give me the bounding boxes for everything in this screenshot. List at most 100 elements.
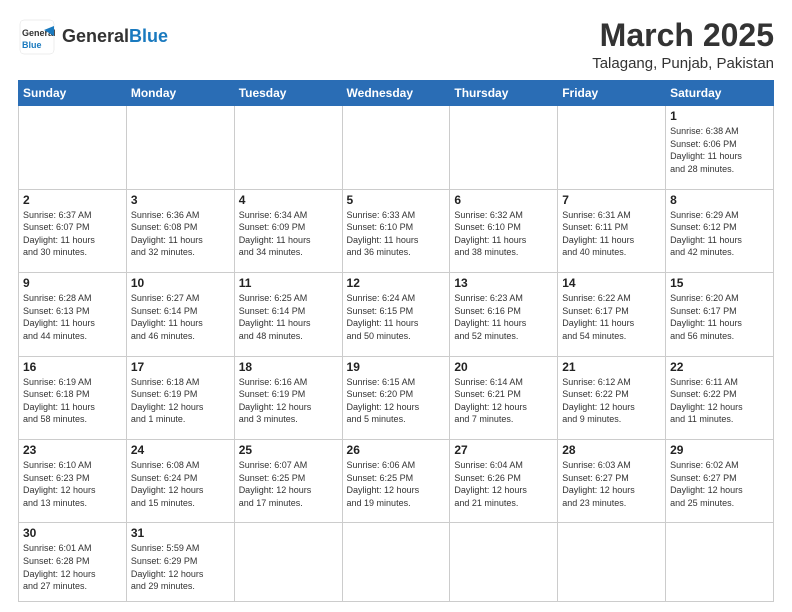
calendar-week-row: 30 Sunrise: 6:01 AM Sunset: 6:28 PM Dayli… — [19, 523, 774, 602]
calendar-day-header: Thursday — [450, 81, 558, 106]
day-number: 6 — [454, 193, 553, 207]
day-number: 22 — [670, 360, 769, 374]
calendar-day-cell: 1Sunrise: 6:38 AM Sunset: 6:06 PM Daylig… — [666, 106, 774, 189]
day-number: 21 — [562, 360, 661, 374]
month-title: March 2025 — [592, 18, 774, 53]
calendar-day-cell: 17Sunrise: 6:18 AM Sunset: 6:19 PM Dayli… — [126, 356, 234, 439]
day-info: Sunrise: 6:02 AM Sunset: 6:27 PM Dayligh… — [670, 459, 769, 509]
calendar-day-header: Saturday — [666, 81, 774, 106]
day-info: Sunrise: 6:19 AM Sunset: 6:18 PM Dayligh… — [23, 376, 122, 426]
day-number: 27 — [454, 443, 553, 457]
logo: General Blue GeneralBlue — [18, 18, 168, 56]
day-info: Sunrise: 6:37 AM Sunset: 6:07 PM Dayligh… — [23, 209, 122, 259]
calendar-day-cell: 19 Sunrise: 6:15 AM Sunset: 6:20 PM Dayli… — [342, 356, 450, 439]
day-info: Sunrise: 5:59 AM Sunset: 6:29 PM Dayligh… — [131, 542, 230, 592]
day-number: 12 — [347, 276, 446, 290]
calendar-week-row: 2 Sunrise: 6:37 AM Sunset: 6:07 PM Daylig… — [19, 189, 774, 272]
calendar-day-cell: 31Sunrise: 5:59 AM Sunset: 6:29 PM Dayli… — [126, 523, 234, 602]
day-number: 10 — [131, 276, 230, 290]
calendar-day-cell: 16Sunrise: 6:19 AM Sunset: 6:18 PM Dayli… — [19, 356, 127, 439]
location-title: Talagang, Punjab, Pakistan — [592, 55, 774, 72]
calendar-day-cell: 15 Sunrise: 6:20 AM Sunset: 6:17 PM Dayli… — [666, 273, 774, 356]
day-number: 29 — [670, 443, 769, 457]
calendar-day-cell: 18 Sunrise: 6:16 AM Sunset: 6:19 PM Dayli… — [234, 356, 342, 439]
calendar-day-cell — [558, 523, 666, 602]
calendar-day-cell: 12Sunrise: 6:24 AM Sunset: 6:15 PM Dayli… — [342, 273, 450, 356]
calendar-day-cell: 9 Sunrise: 6:28 AM Sunset: 6:13 PM Daylig… — [19, 273, 127, 356]
calendar-day-header: Monday — [126, 81, 234, 106]
day-info: Sunrise: 6:32 AM Sunset: 6:10 PM Dayligh… — [454, 209, 553, 259]
calendar-day-cell: 29 Sunrise: 6:02 AM Sunset: 6:27 PM Dayli… — [666, 440, 774, 523]
day-number: 11 — [239, 276, 338, 290]
calendar-day-cell: 26 Sunrise: 6:06 AM Sunset: 6:25 PM Dayli… — [342, 440, 450, 523]
day-info: Sunrise: 6:12 AM Sunset: 6:22 PM Dayligh… — [562, 376, 661, 426]
day-info: Sunrise: 6:15 AM Sunset: 6:20 PM Dayligh… — [347, 376, 446, 426]
page: General Blue GeneralBlue March 2025 Tala… — [0, 0, 792, 612]
day-number: 15 — [670, 276, 769, 290]
day-number: 3 — [131, 193, 230, 207]
day-number: 30 — [23, 526, 122, 540]
calendar-day-header: Wednesday — [342, 81, 450, 106]
calendar-day-cell: 13Sunrise: 6:23 AM Sunset: 6:16 PM Dayli… — [450, 273, 558, 356]
day-info: Sunrise: 6:16 AM Sunset: 6:19 PM Dayligh… — [239, 376, 338, 426]
calendar-day-cell — [666, 523, 774, 602]
calendar-day-cell: 22 Sunrise: 6:11 AM Sunset: 6:22 PM Dayli… — [666, 356, 774, 439]
calendar-day-cell: 2 Sunrise: 6:37 AM Sunset: 6:07 PM Daylig… — [19, 189, 127, 272]
day-number: 14 — [562, 276, 661, 290]
calendar-day-cell: 11 Sunrise: 6:25 AM Sunset: 6:14 PM Dayli… — [234, 273, 342, 356]
day-info: Sunrise: 6:34 AM Sunset: 6:09 PM Dayligh… — [239, 209, 338, 259]
day-number: 26 — [347, 443, 446, 457]
calendar-day-cell — [19, 106, 127, 189]
calendar-week-row: 16Sunrise: 6:19 AM Sunset: 6:18 PM Dayli… — [19, 356, 774, 439]
calendar-day-cell — [342, 523, 450, 602]
calendar-day-cell: 25 Sunrise: 6:07 AM Sunset: 6:25 PM Dayli… — [234, 440, 342, 523]
calendar-day-cell: 5Sunrise: 6:33 AM Sunset: 6:10 PM Daylig… — [342, 189, 450, 272]
day-info: Sunrise: 6:03 AM Sunset: 6:27 PM Dayligh… — [562, 459, 661, 509]
calendar-day-cell: 24 Sunrise: 6:08 AM Sunset: 6:24 PM Dayli… — [126, 440, 234, 523]
calendar-day-cell: 4 Sunrise: 6:34 AM Sunset: 6:09 PM Daylig… — [234, 189, 342, 272]
day-info: Sunrise: 6:07 AM Sunset: 6:25 PM Dayligh… — [239, 459, 338, 509]
day-info: Sunrise: 6:01 AM Sunset: 6:28 PM Dayligh… — [23, 542, 122, 592]
calendar-table: SundayMondayTuesdayWednesdayThursdayFrid… — [18, 80, 774, 602]
calendar-week-row: 9 Sunrise: 6:28 AM Sunset: 6:13 PM Daylig… — [19, 273, 774, 356]
day-number: 20 — [454, 360, 553, 374]
day-number: 4 — [239, 193, 338, 207]
day-number: 19 — [347, 360, 446, 374]
logo-icon: General Blue — [18, 18, 56, 56]
calendar-header-row: SundayMondayTuesdayWednesdayThursdayFrid… — [19, 81, 774, 106]
day-number: 24 — [131, 443, 230, 457]
day-info: Sunrise: 6:31 AM Sunset: 6:11 PM Dayligh… — [562, 209, 661, 259]
title-block: March 2025 Talagang, Punjab, Pakistan — [592, 18, 774, 72]
day-number: 18 — [239, 360, 338, 374]
day-number: 28 — [562, 443, 661, 457]
calendar-day-cell: 10 Sunrise: 6:27 AM Sunset: 6:14 PM Dayli… — [126, 273, 234, 356]
calendar-week-row: 1Sunrise: 6:38 AM Sunset: 6:06 PM Daylig… — [19, 106, 774, 189]
calendar-day-cell: 27 Sunrise: 6:04 AM Sunset: 6:26 PM Dayli… — [450, 440, 558, 523]
day-number: 7 — [562, 193, 661, 207]
day-info: Sunrise: 6:20 AM Sunset: 6:17 PM Dayligh… — [670, 292, 769, 342]
calendar-day-header: Sunday — [19, 81, 127, 106]
day-info: Sunrise: 6:27 AM Sunset: 6:14 PM Dayligh… — [131, 292, 230, 342]
day-number: 25 — [239, 443, 338, 457]
day-info: Sunrise: 6:06 AM Sunset: 6:25 PM Dayligh… — [347, 459, 446, 509]
day-info: Sunrise: 6:25 AM Sunset: 6:14 PM Dayligh… — [239, 292, 338, 342]
calendar-day-header: Tuesday — [234, 81, 342, 106]
day-number: 8 — [670, 193, 769, 207]
day-info: Sunrise: 6:11 AM Sunset: 6:22 PM Dayligh… — [670, 376, 769, 426]
day-info: Sunrise: 6:14 AM Sunset: 6:21 PM Dayligh… — [454, 376, 553, 426]
calendar-day-cell — [126, 106, 234, 189]
calendar-day-cell: 23Sunrise: 6:10 AM Sunset: 6:23 PM Dayli… — [19, 440, 127, 523]
calendar-day-cell — [234, 106, 342, 189]
day-number: 13 — [454, 276, 553, 290]
day-info: Sunrise: 6:29 AM Sunset: 6:12 PM Dayligh… — [670, 209, 769, 259]
day-info: Sunrise: 6:36 AM Sunset: 6:08 PM Dayligh… — [131, 209, 230, 259]
day-info: Sunrise: 6:28 AM Sunset: 6:13 PM Dayligh… — [23, 292, 122, 342]
calendar-day-cell — [450, 523, 558, 602]
day-number: 9 — [23, 276, 122, 290]
day-number: 17 — [131, 360, 230, 374]
calendar-day-cell: 6 Sunrise: 6:32 AM Sunset: 6:10 PM Daylig… — [450, 189, 558, 272]
day-info: Sunrise: 6:33 AM Sunset: 6:10 PM Dayligh… — [347, 209, 446, 259]
day-info: Sunrise: 6:04 AM Sunset: 6:26 PM Dayligh… — [454, 459, 553, 509]
day-info: Sunrise: 6:08 AM Sunset: 6:24 PM Dayligh… — [131, 459, 230, 509]
day-number: 2 — [23, 193, 122, 207]
